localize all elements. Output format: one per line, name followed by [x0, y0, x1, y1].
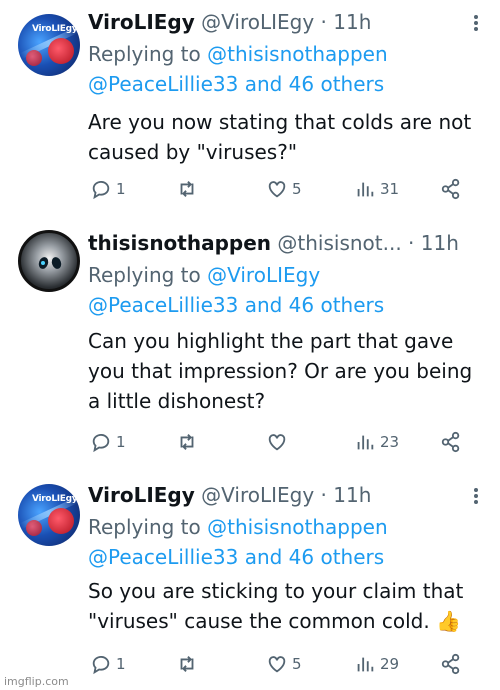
retweet-icon	[180, 656, 194, 672]
tweet-text: Can you highlight the part that gave you…	[88, 329, 473, 413]
views-icon	[357, 657, 374, 672]
tweet-actions: 1 5 31	[88, 175, 482, 203]
heart-icon	[268, 181, 286, 198]
watermark: imgflip.com	[4, 675, 69, 688]
like-button[interactable]: 5	[266, 650, 302, 678]
share-button[interactable]	[440, 175, 462, 203]
share-button[interactable]	[440, 428, 462, 456]
mention-link[interactable]: @PeaceLillie33 and 46 others	[88, 293, 384, 317]
like-button[interactable]	[266, 428, 292, 456]
reply-button[interactable]: 1	[90, 428, 126, 456]
mention-link[interactable]: @PeaceLillie33 and 46 others	[88, 72, 384, 96]
share-icon	[441, 653, 460, 675]
tweet-text: Are you now stating that colds are not c…	[88, 110, 472, 164]
tweet-actions: 1 23	[88, 428, 482, 456]
retweet-icon	[180, 434, 194, 450]
timestamp[interactable]: 11h	[333, 483, 371, 507]
heart-icon	[268, 434, 286, 451]
replying-to: Replying to @ViroLIEgy @PeaceLillie33 an…	[88, 263, 385, 317]
user-handle[interactable]: @ViroLIEgy	[201, 10, 314, 34]
display-name[interactable]: ViroLIEgy	[88, 10, 195, 34]
reply-count: 1	[116, 180, 126, 198]
user-handle[interactable]: @ViroLIEgy	[201, 483, 314, 507]
view-count: 29	[380, 655, 400, 673]
tweet-header: ViroLIEgy @ViroLIEgy · 11h	[88, 10, 372, 34]
mention-link[interactable]: @thisisnothappen	[207, 515, 388, 539]
views-button[interactable]: 29	[354, 650, 399, 678]
share-button[interactable]	[440, 650, 462, 678]
view-count: 31	[380, 180, 400, 198]
tweet[interactable]: thisisnothappen @thisisnot... · 11h Repl…	[0, 222, 500, 470]
retweet-button[interactable]	[176, 428, 202, 456]
heart-icon	[268, 656, 286, 673]
tweet[interactable]: ViroLIEgy ViroLIEgy @ViroLIEgy · 11h Rep…	[0, 470, 500, 690]
display-name[interactable]: ViroLIEgy	[88, 483, 195, 507]
share-icon	[441, 178, 460, 200]
reply-button[interactable]: 1	[90, 650, 126, 678]
display-name[interactable]: thisisnothappen	[88, 231, 271, 255]
reply-count: 1	[116, 433, 126, 451]
views-icon	[357, 182, 374, 197]
replying-to: Replying to @thisisnothappen @PeaceLilli…	[88, 515, 388, 569]
views-icon	[357, 435, 374, 450]
like-count: 5	[292, 655, 302, 673]
avatar-logo-text: ViroLIEgy	[32, 24, 78, 34]
retweet-icon	[180, 181, 194, 197]
retweet-button[interactable]	[176, 650, 202, 678]
like-count: 5	[292, 180, 302, 198]
avatar[interactable]: ViroLIEgy	[18, 484, 80, 546]
mention-link[interactable]: @PeaceLillie33 and 46 others	[88, 545, 384, 569]
like-button[interactable]: 5	[266, 175, 302, 203]
share-icon	[441, 431, 460, 453]
tweet-header: thisisnothappen @thisisnot... · 11h	[88, 231, 459, 255]
reply-icon	[92, 180, 110, 200]
avatar-logo-text: ViroLIEgy	[32, 494, 78, 504]
tweet-header: ViroLIEgy @ViroLIEgy · 11h	[88, 483, 372, 507]
retweet-button[interactable]	[176, 175, 202, 203]
replying-to: Replying to @thisisnothappen @PeaceLilli…	[88, 42, 388, 96]
mention-link[interactable]: @ViroLIEgy	[207, 263, 320, 287]
reply-icon	[92, 433, 110, 453]
avatar[interactable]: ViroLIEgy	[18, 14, 80, 76]
views-button[interactable]: 31	[354, 175, 399, 203]
tweet[interactable]: ViroLIEgy ViroLIEgy @ViroLIEgy · 11h Rep…	[0, 0, 500, 222]
view-count: 23	[380, 433, 400, 451]
more-options-icon[interactable]	[466, 13, 486, 33]
timestamp[interactable]: 11h	[333, 10, 371, 34]
mention-link[interactable]: @thisisnothappen	[207, 42, 388, 66]
reply-button[interactable]: 1	[90, 175, 126, 203]
reply-icon	[92, 655, 110, 675]
thumbs-up-emoji: 👍	[436, 609, 461, 633]
avatar[interactable]	[18, 230, 80, 292]
user-handle[interactable]: @thisisnot...	[277, 231, 401, 255]
tweet-text: So you are sticking to your claim that "…	[88, 576, 463, 636]
tweet-actions: 1 5 29	[88, 650, 482, 678]
views-button[interactable]: 23	[354, 428, 399, 456]
more-options-icon[interactable]	[466, 486, 486, 506]
reply-count: 1	[116, 655, 126, 673]
timestamp[interactable]: 11h	[421, 231, 459, 255]
